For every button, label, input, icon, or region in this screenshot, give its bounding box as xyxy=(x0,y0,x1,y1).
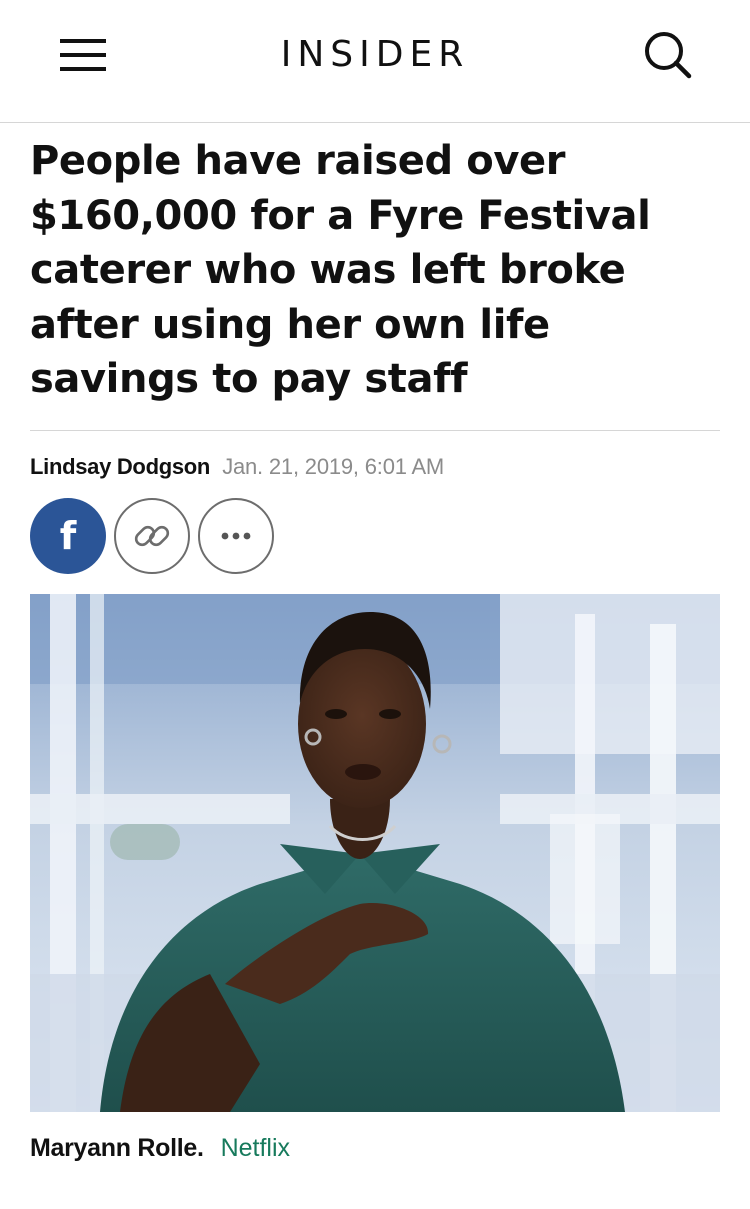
photo-credit-link[interactable]: Netflix xyxy=(221,1134,290,1162)
top-navigation-bar: INSIDER xyxy=(0,0,750,123)
facebook-share-button[interactable]: f xyxy=(30,498,106,574)
photo-caption: Maryann Rolle. Netflix xyxy=(30,1132,290,1164)
more-dots-icon xyxy=(221,532,251,540)
author-name[interactable]: Lindsay Dodgson xyxy=(30,454,210,479)
copy-link-button[interactable] xyxy=(114,498,190,574)
byline: Lindsay Dodgson Jan. 21, 2019, 6:01 AM xyxy=(30,452,444,482)
divider xyxy=(30,430,720,431)
search-button[interactable] xyxy=(636,26,700,86)
search-icon xyxy=(645,32,692,79)
link-icon xyxy=(134,525,170,547)
caption-text: Maryann Rolle. xyxy=(30,1134,204,1162)
facebook-icon: f xyxy=(59,514,77,558)
more-options-button[interactable] xyxy=(198,498,274,574)
article-headline: People have raised over $160,000 for a F… xyxy=(30,138,651,402)
article-photo xyxy=(30,594,720,1112)
publish-date: Jan. 21, 2019, 6:01 AM xyxy=(222,454,445,479)
